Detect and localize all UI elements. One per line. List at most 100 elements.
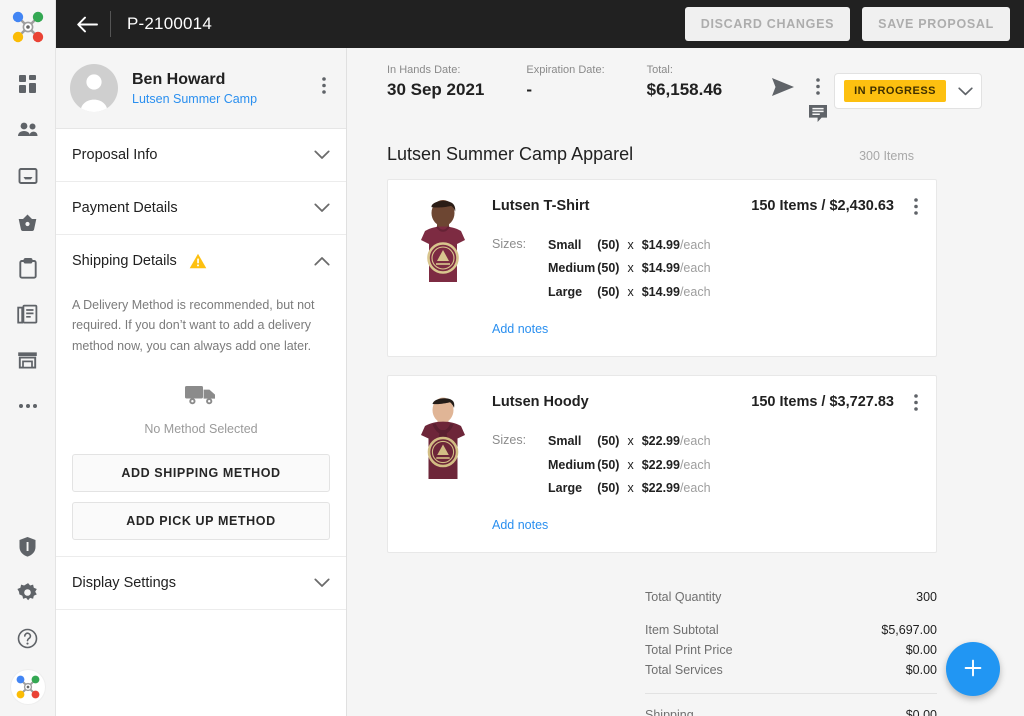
section-payment-details[interactable]: Payment Details [56,182,346,235]
truck-icon [72,382,330,412]
documents-icon[interactable] [14,300,42,328]
size-times: x [627,457,634,472]
section-proposal-info[interactable]: Proposal Info [56,129,346,182]
section-shipping-details[interactable]: Shipping Details [56,235,346,281]
total-value: $6,158.46 [646,80,723,99]
brand-logo [8,7,48,52]
group-title: Lutsen Summer Camp Apparel [387,144,634,164]
product-details: Lutsen T-Shirt 150 Items / $2,430.63 Siz… [476,198,918,338]
section-display-settings[interactable]: Display Settings [56,557,346,610]
topbar-divider [110,11,111,37]
contact-organization-link[interactable]: Lutsen Summer Camp [132,92,257,106]
sizes-table: Small (50) x $14.99/each Medium (50) x $… [548,236,711,306]
add-notes-link[interactable]: Add notes [492,518,548,532]
chevron-down-icon [958,86,973,96]
size-price: $14.99 [641,284,680,299]
status-badge: IN PROGRESS [844,80,946,102]
save-proposal-button[interactable]: SAVE PROPOSAL [862,7,1010,41]
size-qty: (50) [597,238,620,252]
product-kebab-icon[interactable] [914,394,918,416]
size-price: $14.99 [641,238,680,252]
size-price: $22.99 [641,457,680,472]
in-hands-date-label: In Hands Date: [387,64,461,76]
more-horizontal-icon[interactable] [14,392,42,420]
shield-icon[interactable] [14,532,42,560]
row-value: $5,697.00 [881,623,937,638]
chevron-down-icon [314,578,330,588]
size-times: x [627,434,634,449]
body-split: Ben Howard Lutsen Summer Camp Proposal I… [56,48,1024,716]
total-quantity-value: 300 [916,590,937,605]
total-services-row: Total Services $0.00 [645,660,937,680]
size-times: x [627,284,634,299]
help-icon[interactable] [14,624,42,652]
add-fab-button[interactable] [946,642,1000,696]
product-details: Lutsen Hoody 150 Items / $3,727.83 Sizes… [476,394,918,534]
section-label: Shipping Details [72,253,177,269]
discard-changes-button[interactable]: DISCARD CHANGES [684,7,851,41]
size-each: /each [679,284,711,299]
dashboard-icon[interactable] [14,70,42,98]
topbar-actions: DISCARD CHANGES SAVE PROPOSAL [684,7,1010,41]
size-price: $14.99 [641,261,680,276]
product-name: Lutsen Hoody [492,394,589,411]
size-each: /each [679,238,711,252]
size-row: Small (50) x $22.99/each [548,432,711,455]
kebab-icon[interactable] [816,78,821,95]
people-icon[interactable] [14,116,42,144]
size-price: $22.99 [641,480,680,495]
expiration-date-value: - [526,80,533,99]
row-label: Total Print Price [645,643,733,658]
summary-action-icons [772,64,828,122]
total-cell: Total: $6,158.46 [647,64,723,100]
product-kebab-icon[interactable] [914,198,918,220]
hoody-thumbnail [410,394,476,534]
store-icon[interactable] [14,346,42,374]
chevron-up-icon [314,256,330,266]
user-avatar-logo[interactable] [10,670,45,704]
product-name: Lutsen T-Shirt [492,198,590,214]
contact-text: Ben Howard Lutsen Summer Camp [132,71,257,106]
size-name: Medium [548,457,596,472]
in-hands-date-value: 30 Sep 2021 [387,80,485,99]
contact-header: Ben Howard Lutsen Summer Camp [56,48,346,129]
section-label: Proposal Info [72,147,158,163]
send-icon[interactable] [772,78,795,96]
add-pickup-method-button[interactable]: ADD PICK UP METHOD [72,501,330,540]
contact-name: Ben Howard [132,70,226,88]
row-value: $0.00 [905,643,937,658]
table-row[interactable]: Lutsen T-Shirt 150 Items / $2,430.63 Siz… [387,179,937,358]
inbox-icon[interactable] [14,162,42,190]
comment-icon[interactable] [808,104,828,122]
row-label: Item Subtotal [645,623,719,638]
sizes-table: Small (50) x $22.99/each Medium (50) x $… [548,432,711,502]
size-qty: (50) [597,457,620,472]
in-hands-date-cell: In Hands Date: 30 Sep 2021 [387,64,484,100]
gear-icon[interactable] [14,578,42,606]
shipping-empty-state: No Method Selected [72,356,330,454]
table-row[interactable]: Lutsen Hoody 150 Items / $3,727.83 Sizes… [387,375,937,554]
right-column: P-2100014 DISCARD CHANGES SAVE PROPOSAL [56,0,1024,716]
size-name: Large [548,480,583,495]
size-row: Medium (50) x $22.99/each [548,456,711,479]
contact-kebab-icon[interactable] [316,75,332,101]
arrow-left-icon[interactable] [74,16,100,33]
size-price: $22.99 [641,434,680,449]
add-shipping-method-button[interactable]: ADD SHIPPING METHOD [72,453,330,492]
size-qty: (50) [597,434,620,449]
size-times: x [627,238,634,252]
size-row: Large (50) x $14.99/each [548,283,711,306]
top-app-bar: P-2100014 DISCARD CHANGES SAVE PROPOSAL [56,0,1024,48]
more-and-comment-group [808,78,828,122]
product-sizes: Sizes: Small (50) x $14.99/each Medium (… [492,236,918,306]
add-notes-link[interactable]: Add notes [492,322,548,336]
basket-icon[interactable] [14,208,42,236]
size-row: Small (50) x $14.99/each [548,236,711,259]
rail-bottom-group [10,532,45,716]
size-qty: (50) [597,261,620,276]
shipping-label: Shipping [645,708,694,716]
size-each: /each [679,480,711,495]
product-group-header: Lutsen Summer Camp Apparel 300 Items [347,122,1024,179]
clipboard-icon[interactable] [14,254,42,282]
status-selector[interactable]: IN PROGRESS [834,73,982,109]
